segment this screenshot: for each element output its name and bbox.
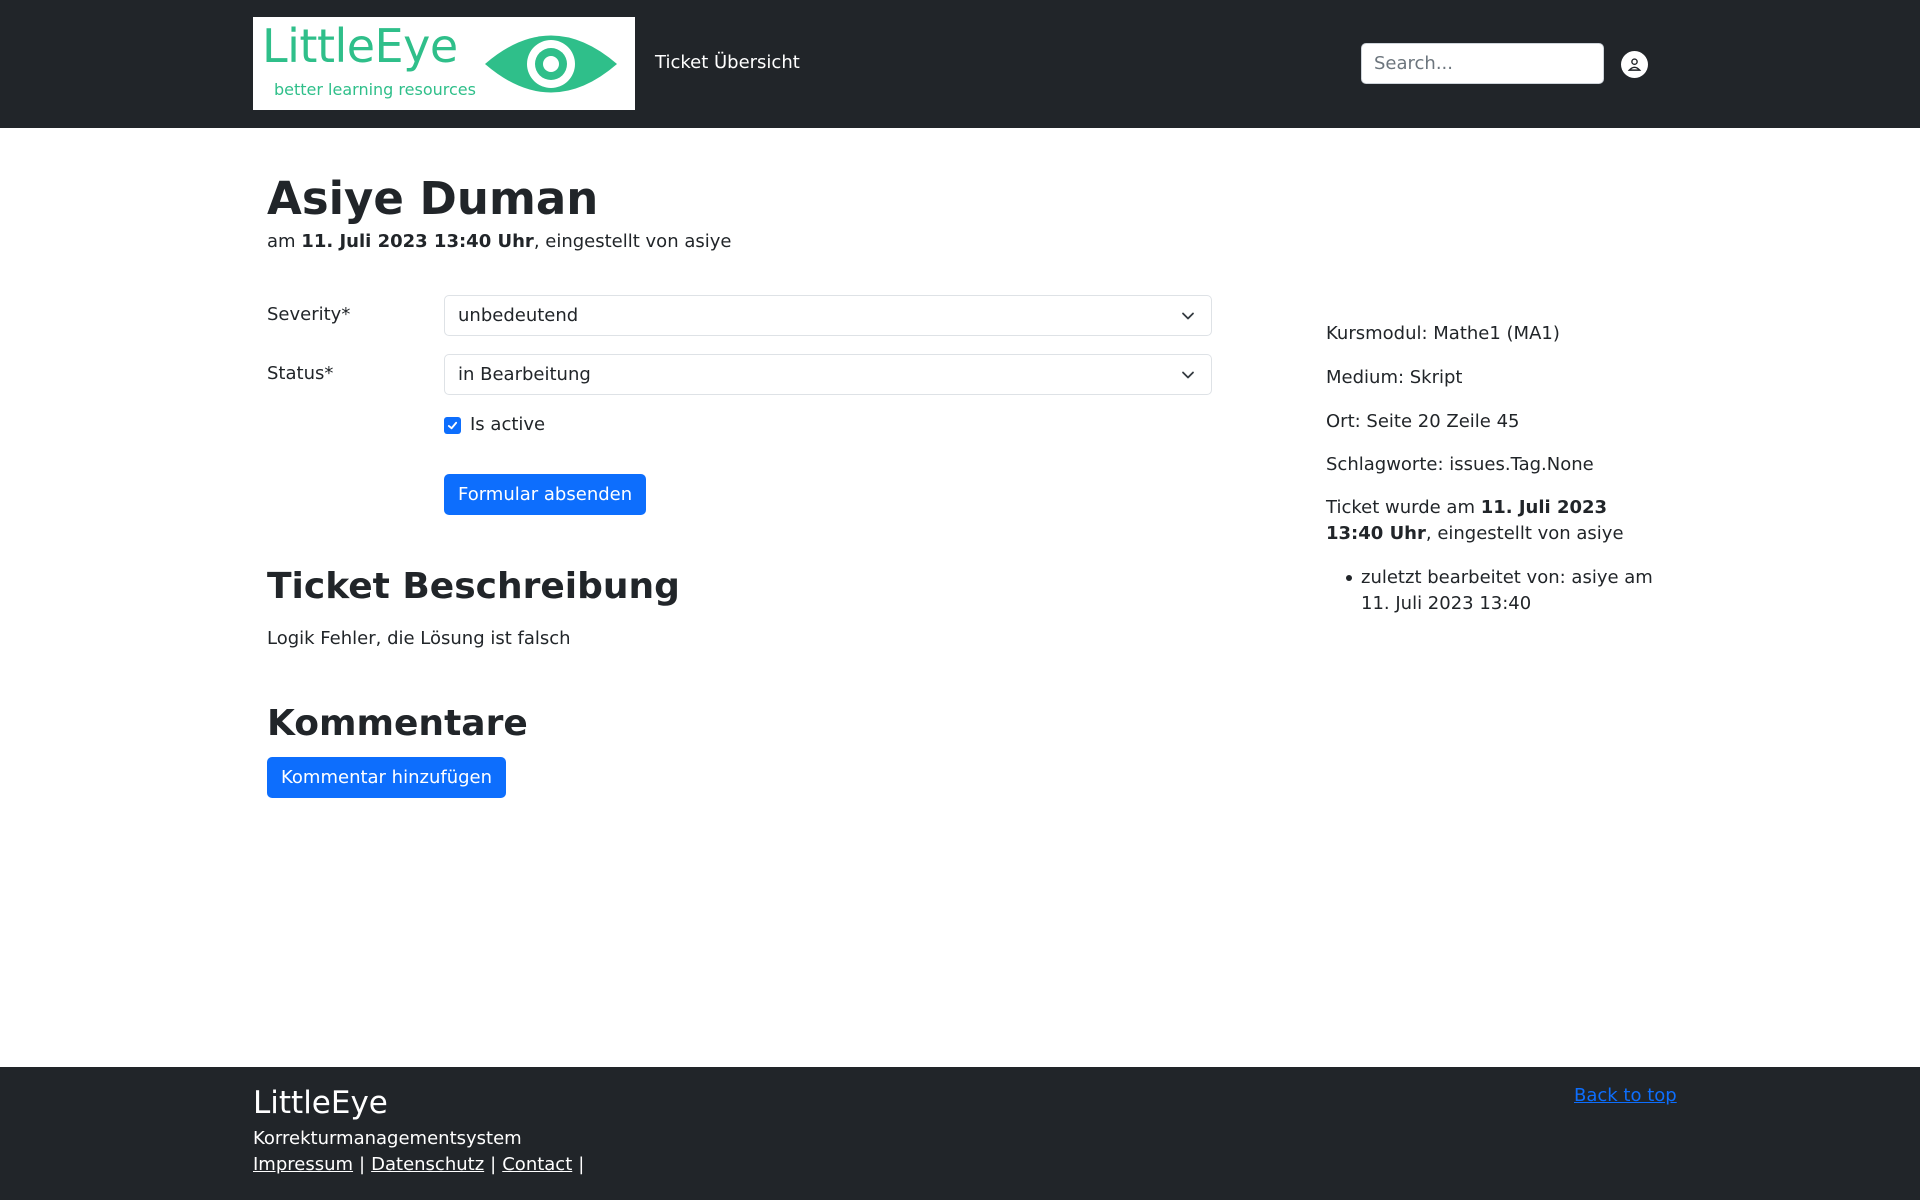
status-value: in Bearbeitung bbox=[458, 364, 591, 385]
logo[interactable]: LittleEye better learning resources bbox=[253, 17, 635, 110]
eye-icon bbox=[485, 35, 617, 93]
list-item: zuletzt bearbeitet von: asiye am 11. Jul… bbox=[1361, 567, 1653, 614]
ticket-meta: am 11. Juli 2023 13:40 Uhr, eingestellt … bbox=[267, 231, 731, 252]
footer-subtitle: Korrekturmanagementsystem bbox=[253, 1128, 522, 1149]
chevron-down-icon bbox=[1182, 312, 1194, 320]
comments-heading: Kommentare bbox=[267, 703, 528, 744]
created-prefix: Ticket wurde am bbox=[1326, 497, 1481, 518]
footer-links: Impressum | Datenschutz | Contact | bbox=[253, 1154, 590, 1175]
info-created: Ticket wurde am 11. Juli 2023 13:40 Uhr,… bbox=[1326, 495, 1656, 547]
is-active-checkbox[interactable] bbox=[444, 417, 461, 434]
page-title: Asiye Duman bbox=[267, 172, 599, 225]
list-bullet bbox=[1346, 575, 1352, 581]
meta-date: 11. Juli 2023 13:40 Uhr bbox=[301, 231, 534, 252]
description-heading: Ticket Beschreibung bbox=[267, 566, 680, 607]
info-medium: Medium: Skript bbox=[1326, 367, 1463, 388]
logo-subtitle: better learning resources bbox=[274, 80, 476, 99]
description-text: Logik Fehler, die Lösung ist falsch bbox=[267, 628, 571, 649]
user-menu-button[interactable] bbox=[1621, 51, 1648, 78]
is-active-label: Is active bbox=[470, 414, 546, 435]
meta-suffix: , eingestellt von asiye bbox=[533, 231, 732, 252]
back-to-top-link[interactable]: Back to top bbox=[1574, 1085, 1677, 1106]
separator: | bbox=[359, 1154, 366, 1175]
footer: LittleEye Korrekturmanagementsystem Impr… bbox=[0, 1067, 1920, 1200]
datenschutz-link[interactable]: Datenschutz bbox=[371, 1154, 484, 1175]
impressum-link[interactable]: Impressum bbox=[253, 1154, 353, 1175]
search-input[interactable] bbox=[1361, 43, 1604, 84]
edit-history-list: zuletzt bearbeitet von: asiye am 11. Jul… bbox=[1346, 565, 1671, 617]
separator: | bbox=[490, 1154, 497, 1175]
created-suffix: , eingestellt von asiye bbox=[1425, 523, 1624, 544]
info-schlagworte: Schlagworte: issues.Tag.None bbox=[1326, 454, 1594, 475]
user-icon bbox=[1627, 58, 1642, 71]
meta-prefix: am bbox=[267, 231, 302, 252]
severity-label: Severity* bbox=[267, 304, 351, 325]
status-label: Status* bbox=[267, 363, 334, 384]
status-select[interactable]: in Bearbeitung bbox=[444, 354, 1212, 395]
separator: | bbox=[578, 1154, 585, 1175]
check-icon bbox=[447, 421, 458, 430]
severity-value: unbedeutend bbox=[458, 305, 579, 326]
navbar: LittleEye better learning resources Tick… bbox=[0, 0, 1920, 128]
footer-title: LittleEye bbox=[253, 1085, 388, 1121]
info-ort: Ort: Seite 20 Zeile 45 bbox=[1326, 411, 1520, 432]
info-kursmodul: Kursmodul: Mathe1 (MA1) bbox=[1326, 323, 1560, 344]
add-comment-button[interactable]: Kommentar hinzufügen bbox=[267, 757, 507, 798]
chevron-down-icon bbox=[1182, 371, 1194, 379]
submit-form-button[interactable]: Formular absenden bbox=[444, 474, 647, 515]
logo-title: LittleEye bbox=[262, 19, 458, 73]
contact-link[interactable]: Contact bbox=[502, 1154, 572, 1175]
nav-ticket-overview[interactable]: Ticket Übersicht bbox=[655, 52, 800, 73]
severity-select[interactable]: unbedeutend bbox=[444, 295, 1212, 336]
